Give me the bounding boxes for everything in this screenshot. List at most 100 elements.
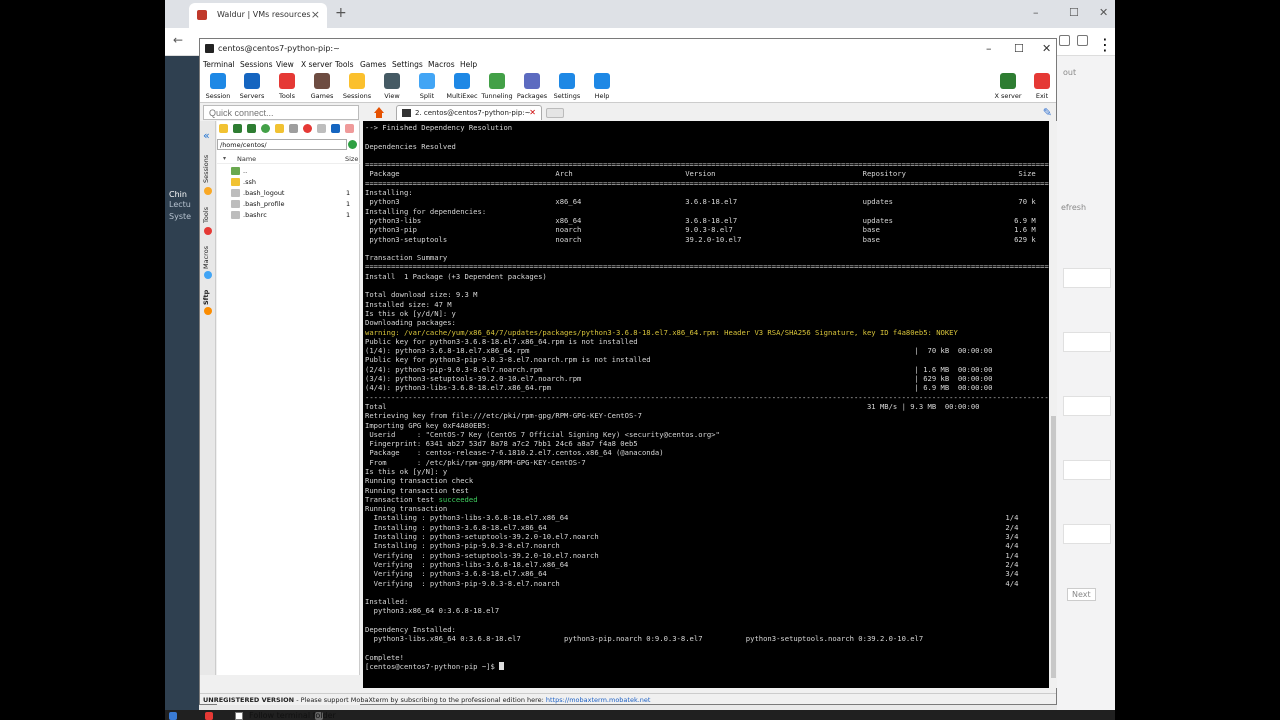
new-tab-button[interactable]: + bbox=[335, 5, 347, 21]
refresh-icon[interactable] bbox=[261, 124, 270, 133]
check-icon[interactable] bbox=[348, 140, 357, 149]
bookmark-icon[interactable] bbox=[331, 124, 340, 133]
menu-view[interactable]: View bbox=[276, 60, 294, 69]
terminal-line: warning: /var/cache/yum/x86_64/7/updates… bbox=[365, 327, 958, 337]
tools-button[interactable]: Tools bbox=[269, 73, 305, 101]
start-icon[interactable] bbox=[169, 712, 177, 720]
refresh-button[interactable]: efresh bbox=[1061, 203, 1086, 212]
list-item[interactable]: .ssh bbox=[217, 177, 360, 187]
menu-xserver[interactable]: X server bbox=[301, 60, 332, 69]
list-item[interactable]: .bash_logout 1 bbox=[217, 188, 360, 198]
browser-tab[interactable]: Waldur | VMs resources × bbox=[189, 3, 327, 28]
help-button[interactable]: Help bbox=[584, 73, 620, 101]
view-button[interactable]: View bbox=[374, 73, 410, 101]
extension-icon[interactable] bbox=[1059, 35, 1070, 46]
new-folder-icon[interactable] bbox=[275, 124, 284, 133]
sftp-path-input[interactable]: /home/centos/ bbox=[217, 139, 347, 150]
terminal-line: Retrieving key from file:///etc/pki/rpm-… bbox=[365, 411, 642, 421]
session-button[interactable]: Session bbox=[200, 73, 236, 101]
tunneling-icon bbox=[489, 73, 505, 89]
folder-up-icon[interactable] bbox=[219, 124, 228, 133]
menu-sessions[interactable]: Sessions bbox=[240, 60, 273, 69]
chrome-taskbar-icon[interactable] bbox=[205, 712, 213, 720]
profile-icon[interactable] bbox=[1077, 35, 1088, 46]
link-icon[interactable] bbox=[345, 124, 354, 133]
menu-bar: Terminal Sessions View X server Tools Ga… bbox=[200, 59, 1056, 71]
browser-minimize-button[interactable]: – bbox=[1033, 6, 1039, 19]
multiexec-icon bbox=[454, 73, 470, 89]
terminal-line: Installed size: 47 M bbox=[365, 299, 452, 309]
games-button[interactable]: Games bbox=[304, 73, 340, 101]
folder-icon bbox=[231, 167, 240, 175]
packages-button[interactable]: Packages bbox=[514, 73, 550, 101]
new-file-icon[interactable] bbox=[289, 124, 298, 133]
tab-sessions[interactable]: Sessions bbox=[202, 151, 214, 183]
maximize-button[interactable]: ☐ bbox=[1014, 42, 1024, 55]
home-tab[interactable] bbox=[372, 107, 386, 119]
close-tab-icon[interactable]: × bbox=[311, 8, 320, 21]
terminal-line: Running transaction check bbox=[365, 476, 474, 486]
tab-session-2[interactable]: 2. centos@centos7-python-pip:~ ✕ bbox=[396, 105, 542, 120]
quick-connect-input[interactable] bbox=[203, 105, 359, 120]
minimize-button[interactable]: – bbox=[986, 42, 992, 55]
column-name[interactable]: Name bbox=[237, 155, 256, 163]
menu-terminal[interactable]: Terminal bbox=[203, 60, 235, 69]
tab-macros[interactable]: Macros bbox=[202, 241, 214, 269]
close-button[interactable]: ✕ bbox=[1042, 42, 1051, 55]
column-size[interactable]: Size bbox=[345, 155, 358, 163]
terminal-line: Transaction test succeeded bbox=[365, 494, 478, 504]
menu-tools[interactable]: Tools bbox=[335, 60, 353, 69]
upload-icon[interactable] bbox=[247, 124, 256, 133]
window-title: centos@centos7-python-pip:~ bbox=[218, 44, 340, 53]
next-page-button[interactable]: Next bbox=[1067, 588, 1096, 601]
table-row bbox=[1063, 268, 1111, 288]
sessions-button[interactable]: Sessions bbox=[339, 73, 375, 101]
new-session-tab-button[interactable] bbox=[546, 108, 564, 118]
terminal-line: Package Arch Version Repository Size bbox=[365, 169, 1036, 179]
tab-sftp[interactable]: Sftp bbox=[202, 285, 214, 305]
properties-icon[interactable] bbox=[317, 124, 326, 133]
menu-settings[interactable]: Settings bbox=[392, 60, 423, 69]
browser-close-button[interactable]: ✕ bbox=[1099, 6, 1108, 19]
logout-link[interactable]: out bbox=[1063, 68, 1076, 77]
split-button[interactable]: Split bbox=[409, 73, 445, 101]
menu-help[interactable]: Help bbox=[460, 60, 477, 69]
tunneling-button[interactable]: Tunneling bbox=[479, 73, 515, 101]
follow-terminal-folder-checkbox[interactable]: Follow terminal folder bbox=[217, 709, 360, 720]
back-button[interactable]: ← bbox=[173, 33, 183, 47]
delete-icon[interactable] bbox=[303, 124, 312, 133]
multiexec-button[interactable]: MultiExec bbox=[444, 73, 480, 101]
help-icon bbox=[594, 73, 610, 89]
screen: Waldur | VMs resources × + – ☐ ✕ ← ⋮ Chi… bbox=[165, 0, 1115, 720]
terminal[interactable]: --> Finished Dependency Resolution Depen… bbox=[363, 121, 1049, 688]
settings-button[interactable]: Settings bbox=[549, 73, 585, 101]
exit-button[interactable]: Exit bbox=[1024, 73, 1060, 101]
xserver-button[interactable]: X server bbox=[990, 73, 1026, 101]
collapse-sidebar-icon[interactable]: « bbox=[203, 129, 210, 142]
sftp-toolbar bbox=[217, 123, 360, 136]
vertical-scrollbar[interactable] bbox=[1050, 121, 1057, 688]
list-item[interactable]: .bash_profile 1 bbox=[217, 199, 360, 209]
mobatek-link[interactable]: https://mobaxterm.mobatek.net bbox=[546, 696, 651, 704]
paperclip-icon[interactable]: ✎ bbox=[1043, 106, 1052, 119]
menu-games[interactable]: Games bbox=[360, 60, 386, 69]
checkbox[interactable] bbox=[235, 712, 243, 720]
terminal-line: Installing for dependencies: bbox=[365, 206, 487, 216]
side-tab-bar: « Sessions Tools Macros Sftp bbox=[200, 121, 216, 675]
close-tab-icon[interactable]: ✕ bbox=[529, 108, 536, 117]
tab-tools[interactable]: Tools bbox=[202, 201, 214, 223]
menu-macros[interactable]: Macros bbox=[428, 60, 455, 69]
browser-menu-icon[interactable]: ⋮ bbox=[1097, 35, 1113, 54]
list-item[interactable]: .bashrc 1 bbox=[217, 210, 360, 220]
browser-maximize-button[interactable]: ☐ bbox=[1069, 6, 1079, 19]
servers-button[interactable]: Servers bbox=[234, 73, 270, 101]
scrollbar-thumb[interactable] bbox=[1051, 416, 1056, 678]
terminal-line: Is this ok [y/N]: y bbox=[365, 466, 448, 476]
terminal-line: Installing: bbox=[365, 188, 413, 198]
table-row bbox=[1063, 524, 1111, 544]
list-item[interactable]: .. bbox=[217, 166, 360, 176]
terminal-prompt-line[interactable]: [centos@centos7-python-pip ~]$ bbox=[365, 662, 1049, 671]
download-icon[interactable] bbox=[233, 124, 242, 133]
follow-terminal-folder-label: Follow terminal folder bbox=[249, 711, 336, 720]
